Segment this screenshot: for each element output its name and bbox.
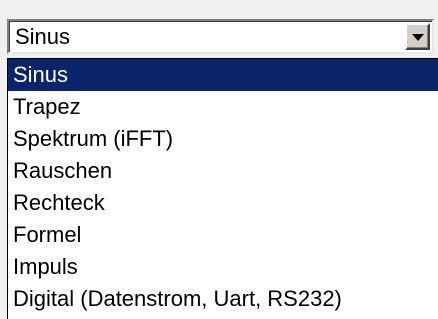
option-rauschen[interactable]: Rauschen xyxy=(8,155,438,187)
option-trapez[interactable]: Trapez xyxy=(8,91,438,123)
dropdown-button[interactable] xyxy=(405,23,430,50)
waveform-select[interactable]: Sinus xyxy=(7,19,434,54)
option-digital[interactable]: Digital (Datenstrom, Uart, RS232) xyxy=(8,283,438,315)
waveform-options-list[interactable]: Sinus Trapez Spektrum (iFFT) Rauschen Re… xyxy=(7,58,438,319)
chevron-down-icon xyxy=(412,34,424,41)
option-spektrum-ifft[interactable]: Spektrum (iFFT) xyxy=(8,123,438,155)
option-sinus[interactable]: Sinus xyxy=(8,59,438,91)
option-rechteck[interactable]: Rechteck xyxy=(8,187,438,219)
option-impuls[interactable]: Impuls xyxy=(8,251,438,283)
option-formel[interactable]: Formel xyxy=(8,219,438,251)
waveform-select-value: Sinus xyxy=(15,24,71,49)
